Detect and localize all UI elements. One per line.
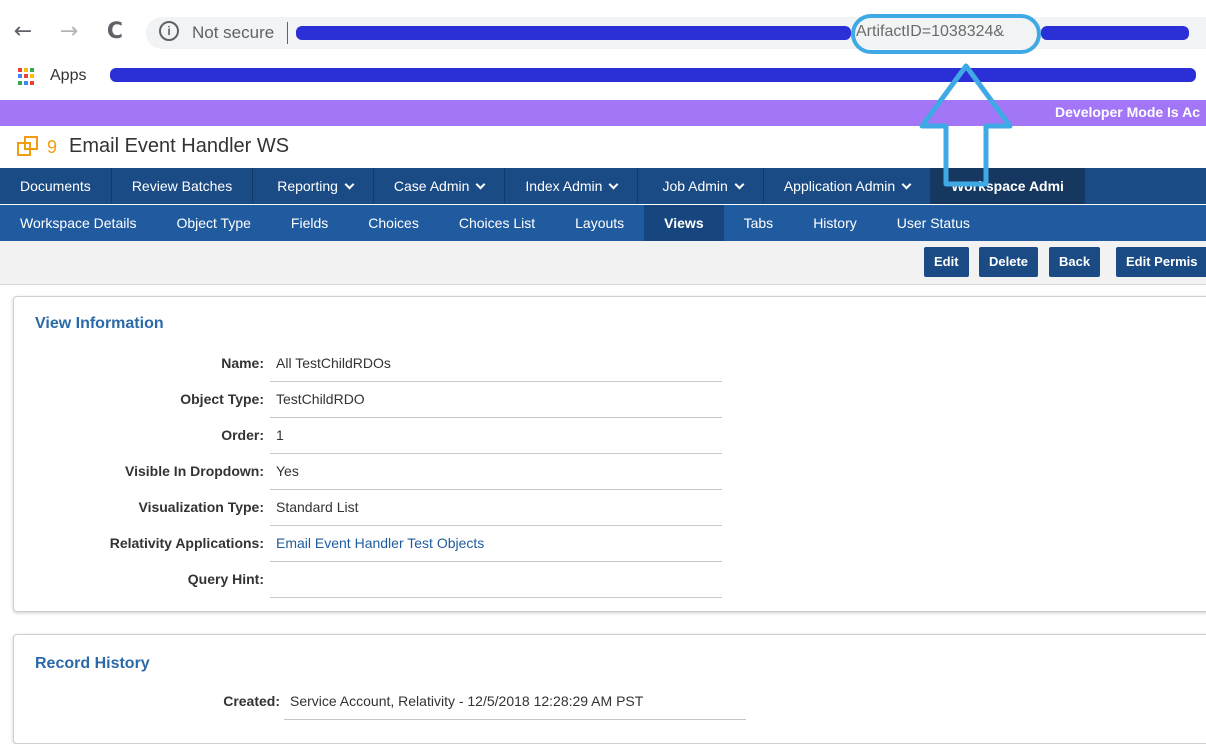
nav-label: Reporting xyxy=(277,178,338,194)
tab-layouts[interactable]: Layouts xyxy=(555,205,644,241)
view-information-panel: View Information Name: All TestChildRDOs… xyxy=(13,296,1206,612)
nav-documents[interactable]: Documents xyxy=(0,168,112,204)
field-row: Visible In Dropdown: Yes xyxy=(14,453,1206,490)
field-label: Name: xyxy=(221,355,264,371)
edit-button[interactable]: Edit xyxy=(924,247,969,277)
delete-button[interactable]: Delete xyxy=(979,247,1039,277)
workspace-logo-icon xyxy=(17,136,38,156)
field-label: Order: xyxy=(221,427,264,443)
field-value: 1 xyxy=(276,427,284,443)
field-label: Created: xyxy=(223,693,280,709)
developer-mode-text: Developer Mode Is Ac xyxy=(1055,104,1200,120)
nav-label: Documents xyxy=(20,178,91,194)
nav-job-admin[interactable]: Job Admin xyxy=(638,168,764,204)
field-label: Relativity Applications: xyxy=(109,535,264,551)
workspace-number: 9 xyxy=(47,137,58,157)
nav-label: Job Admin xyxy=(662,178,728,194)
divider xyxy=(270,597,722,598)
omnibox-divider xyxy=(287,22,288,44)
nav-review-batches[interactable]: Review Batches xyxy=(112,168,254,204)
security-label: Not secure xyxy=(192,23,275,42)
apps-bookmark[interactable]: Apps xyxy=(50,67,86,85)
tab-object-type[interactable]: Object Type xyxy=(156,205,270,241)
field-value: All TestChildRDOs xyxy=(276,355,391,371)
record-history-panel: Record History Created: Service Account,… xyxy=(13,634,1206,744)
field-row: Query Hint: xyxy=(14,561,1206,598)
tab-fields[interactable]: Fields xyxy=(271,205,348,241)
tab-user-status[interactable]: User Status xyxy=(877,205,990,241)
divider xyxy=(284,719,746,720)
field-label: Visualization Type: xyxy=(138,499,264,515)
relativity-application-link[interactable]: Email Event Handler Test Objects xyxy=(276,535,484,551)
bookmarks-bar: Apps xyxy=(0,62,1206,92)
chevron-down-icon xyxy=(734,179,745,190)
tab-views[interactable]: Views xyxy=(644,205,724,241)
nav-label: Application Admin xyxy=(783,178,896,194)
nav-label: Index Admin xyxy=(525,178,603,194)
chevron-down-icon xyxy=(475,179,486,190)
nav-label: Review Batches xyxy=(131,178,233,194)
chevron-down-icon xyxy=(344,179,355,190)
field-row: Created: Service Account, Relativity - 1… xyxy=(14,683,1206,720)
action-toolbar: Edit Delete Back Edit Permis xyxy=(0,241,1206,285)
back-button[interactable]: ← xyxy=(10,19,36,45)
redaction-mark xyxy=(110,68,1196,82)
redaction-mark xyxy=(1041,26,1189,40)
workspace-header: 9 Email Event Handler WS xyxy=(0,131,1206,163)
workspace-name: Email Event Handler WS xyxy=(69,135,290,157)
info-icon[interactable]: i xyxy=(159,21,179,41)
panel-title: View Information xyxy=(35,315,164,332)
field-row: Name: All TestChildRDOs xyxy=(14,345,1206,382)
field-value: Yes xyxy=(276,463,299,479)
nav-index-admin[interactable]: Index Admin xyxy=(505,168,639,204)
annotation-highlight xyxy=(851,14,1041,54)
forward-button[interactable]: → xyxy=(56,19,82,45)
field-label: Object Type: xyxy=(180,391,264,407)
sub-navigation: Workspace Details Object Type Fields Cho… xyxy=(0,205,1206,241)
panel-title: Record History xyxy=(35,655,150,672)
field-row: Order: 1 xyxy=(14,417,1206,454)
reload-button[interactable]: C xyxy=(102,19,128,45)
redaction-mark xyxy=(296,26,851,40)
tab-tabs[interactable]: Tabs xyxy=(724,205,794,241)
edit-permissions-button[interactable]: Edit Permis xyxy=(1116,247,1206,277)
tab-workspace-details[interactable]: Workspace Details xyxy=(0,205,156,241)
field-row: Object Type: TestChildRDO xyxy=(14,381,1206,418)
field-row: Relativity Applications: Email Event Han… xyxy=(14,525,1206,562)
field-value: Standard List xyxy=(276,499,359,515)
nav-case-admin[interactable]: Case Admin xyxy=(374,168,506,204)
up-arrow-icon xyxy=(919,63,1013,187)
field-value: Service Account, Relativity - 12/5/2018 … xyxy=(290,693,644,709)
developer-mode-banner: Developer Mode Is Ac xyxy=(0,100,1206,126)
apps-grid-icon[interactable] xyxy=(18,68,35,85)
field-label: Visible In Dropdown: xyxy=(125,463,264,479)
tab-history[interactable]: History xyxy=(793,205,877,241)
field-label: Query Hint: xyxy=(187,571,264,587)
tab-choices-list[interactable]: Choices List xyxy=(439,205,555,241)
nav-label: Case Admin xyxy=(393,178,470,194)
chevron-down-icon xyxy=(901,179,912,190)
field-row: Visualization Type: Standard List xyxy=(14,489,1206,526)
nav-reporting[interactable]: Reporting xyxy=(253,168,374,204)
back-button-page[interactable]: Back xyxy=(1049,247,1101,277)
nav-application-admin[interactable]: Application Admin xyxy=(764,168,932,204)
main-navigation: Documents Review Batches Reporting Case … xyxy=(0,168,1206,204)
omnibox[interactable]: i Not secure ArtifactID=1038324& xyxy=(146,17,1206,49)
tab-choices[interactable]: Choices xyxy=(348,205,439,241)
chevron-down-icon xyxy=(609,179,619,190)
field-value: TestChildRDO xyxy=(276,391,365,407)
